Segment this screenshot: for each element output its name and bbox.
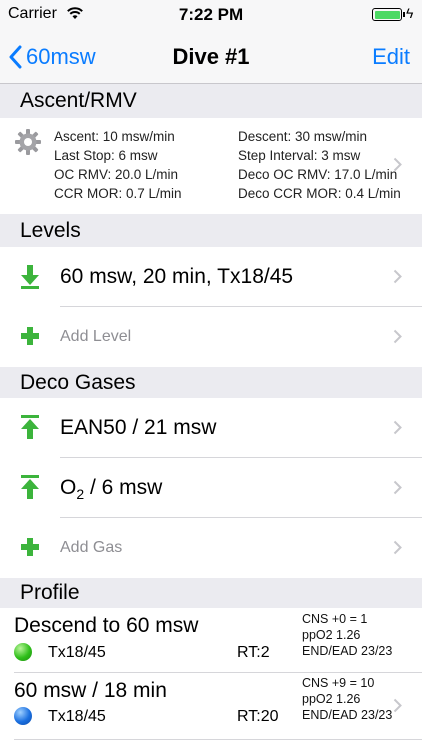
chevron-right-icon xyxy=(393,157,402,172)
gas-dot-icon xyxy=(14,643,32,661)
descent-rate: Descent: 30 msw/min xyxy=(238,129,368,144)
add-gas-row[interactable]: Add Gas xyxy=(0,518,422,578)
gear-icon xyxy=(15,129,41,155)
profile-row[interactable]: 60 msw / 18 min Tx18/45 RT:20 CNS +9 = 1… xyxy=(0,673,422,739)
clock: 7:22 PM xyxy=(178,5,244,24)
deco-gas-label: EAN50 / 21 msw xyxy=(60,416,217,439)
add-gas-label: Add Gas xyxy=(60,539,123,556)
section-header-profile: Profile xyxy=(0,578,422,608)
page-title: Dive #1 xyxy=(172,44,250,69)
gas-symbol: O xyxy=(60,476,77,499)
ppo2-value: ppO2 1.26 xyxy=(302,628,361,642)
arrow-up-icon xyxy=(21,415,39,439)
arrow-down-icon xyxy=(21,265,39,289)
deco-gas-row[interactable]: O2 / 6 msw xyxy=(0,458,422,518)
cns-value: CNS +9 = 10 xyxy=(302,676,375,690)
end-ead-value: END/EAD 23/23 xyxy=(302,708,393,722)
cns-value: CNS +0 = 1 xyxy=(302,612,368,626)
ascent-rmv-cell[interactable]: Ascent: 10 msw/min Descent: 30 msw/min L… xyxy=(0,118,422,214)
deco-gas-label: O2 / 6 msw xyxy=(60,476,162,502)
ascent-settings-grid: Ascent: 10 msw/min Descent: 30 msw/min L… xyxy=(54,127,418,203)
gas-subscript: 2 xyxy=(76,486,85,503)
end-ead-value: END/EAD 23/23 xyxy=(302,644,393,658)
runtime-label: RT:20 xyxy=(237,708,279,725)
profile-step-title: Descend to 60 msw xyxy=(14,614,199,637)
profile-step-title: 60 msw / 18 min xyxy=(14,679,167,702)
chevron-right-icon xyxy=(393,420,402,435)
chevron-right-icon xyxy=(393,269,402,284)
chevron-right-icon xyxy=(393,329,402,344)
chevron-right-icon xyxy=(393,698,402,713)
level-label: 60 msw, 20 min, Tx18/45 xyxy=(60,265,294,288)
oc-rmv: OC RMV: 20.0 L/min xyxy=(54,167,179,182)
plus-icon xyxy=(21,538,39,556)
levels-group: 60 msw, 20 min, Tx18/45 Add Level xyxy=(0,247,422,367)
edit-button[interactable]: Edit xyxy=(372,44,410,70)
add-level-row[interactable]: Add Level xyxy=(0,307,422,367)
deco-ccr-mor: Deco CCR MOR: 0.4 L/min xyxy=(238,186,401,201)
divider xyxy=(14,739,422,740)
section-header-deco-gases: Deco Gases xyxy=(0,367,422,398)
chevron-right-icon xyxy=(393,540,402,555)
profile-group: Descend to 60 msw Tx18/45 RT:2 CNS +0 = … xyxy=(0,608,422,750)
gas-dot-icon xyxy=(14,707,32,725)
profile-stats: CNS +0 = 1 ppO2 1.26 END/EAD 23/23 xyxy=(302,611,392,659)
battery-icon xyxy=(372,8,405,21)
step-interval: Step Interval: 3 msw xyxy=(238,148,361,163)
section-header-ascent: Ascent/RMV xyxy=(0,84,422,118)
deco-oc-rmv: Deco OC RMV: 17.0 L/min xyxy=(238,167,398,182)
status-bar: Carrier 7:22 PM ϟ xyxy=(0,0,422,30)
navigation-bar: 60msw Dive #1 Edit xyxy=(0,30,422,84)
profile-stats: CNS +9 = 10 ppO2 1.26 END/EAD 23/23 xyxy=(302,675,392,723)
section-header-levels: Levels xyxy=(0,214,422,247)
deco-gases-group: EAN50 / 21 msw O2 / 6 msw Add Gas xyxy=(0,398,422,578)
profile-gas: Tx18/45 xyxy=(48,644,106,661)
ppo2-value: ppO2 1.26 xyxy=(302,692,361,706)
chevron-right-icon xyxy=(393,480,402,495)
profile-gas: Tx18/45 xyxy=(48,708,106,725)
profile-row[interactable]: Descend to 60 msw Tx18/45 RT:2 CNS +0 = … xyxy=(0,608,422,672)
ascent-rate: Ascent: 10 msw/min xyxy=(54,129,175,144)
gas-depth: / 6 msw xyxy=(84,476,163,499)
charging-icon: ϟ xyxy=(406,5,414,21)
last-stop: Last Stop: 6 msw xyxy=(54,148,158,163)
plus-icon xyxy=(21,327,39,345)
arrow-up-icon xyxy=(21,475,39,499)
deco-gas-row[interactable]: EAN50 / 21 msw xyxy=(0,398,422,458)
add-level-label: Add Level xyxy=(60,328,132,345)
level-row[interactable]: 60 msw, 20 min, Tx18/45 xyxy=(0,247,422,307)
runtime-label: RT:2 xyxy=(237,644,270,661)
ccr-mor: CCR MOR: 0.7 L/min xyxy=(54,186,182,201)
